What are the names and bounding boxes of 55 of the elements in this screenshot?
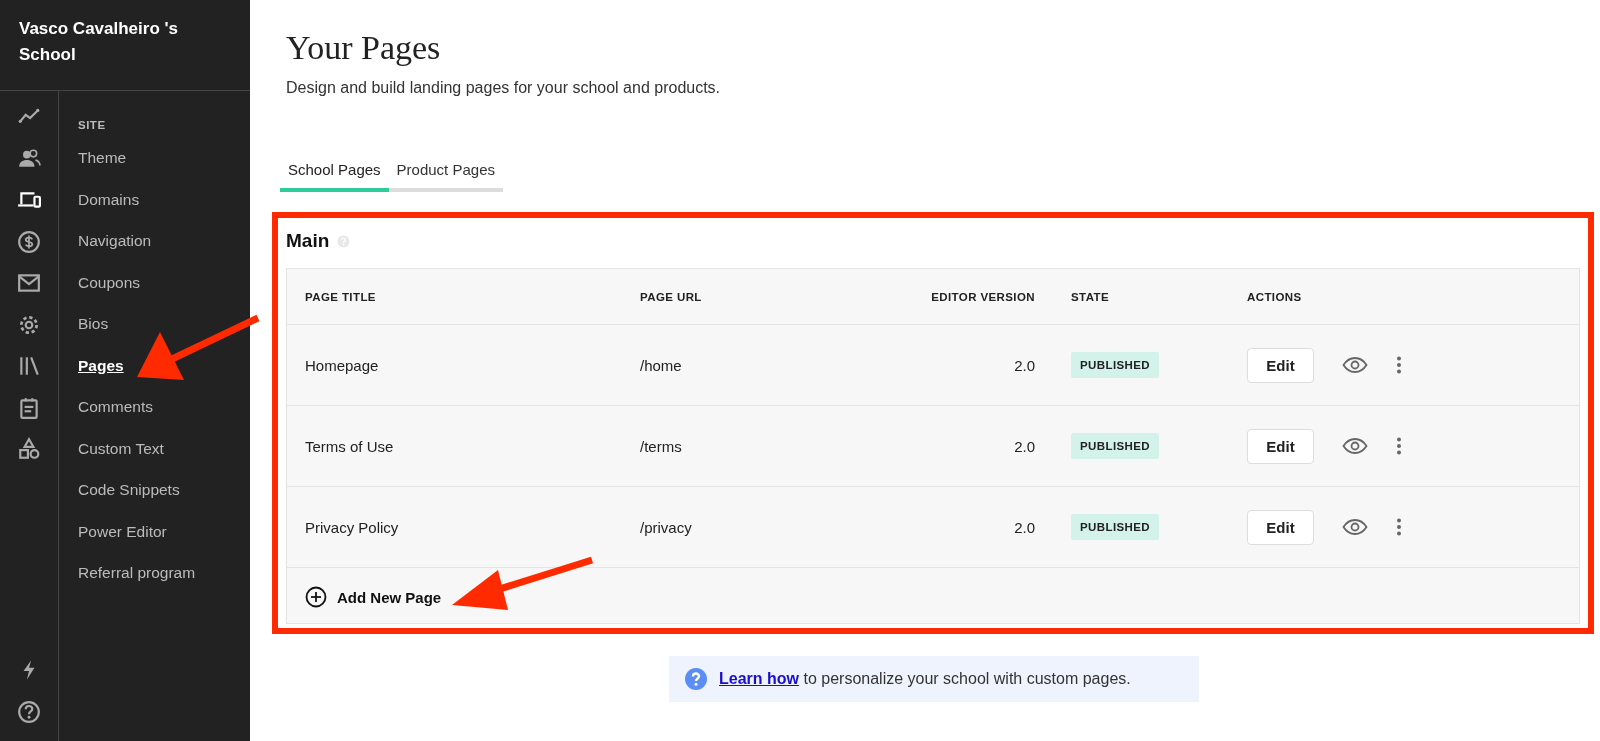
section-title: Main — [286, 230, 330, 252]
edit-button[interactable]: Edit — [1247, 428, 1314, 464]
table-cell-text: 2.0 — [1013, 356, 1035, 374]
table-cell-text: Homepage — [305, 356, 380, 374]
envelope-icon[interactable] — [17, 271, 41, 295]
more-icon[interactable] — [1396, 356, 1402, 374]
tab[interactable]: Product Pages — [388, 161, 503, 192]
table-cell-text: /terms — [640, 437, 683, 455]
nav-item[interactable]: Comments — [78, 398, 196, 440]
shapes-icon[interactable] — [17, 437, 41, 461]
page-title: Your Pages — [286, 29, 442, 67]
edit-button[interactable]: Edit — [1247, 509, 1314, 545]
nav-item[interactable]: Power Editor — [78, 522, 196, 564]
nav-item[interactable]: Custom Text — [78, 439, 196, 481]
status-badge: PUBLISHED — [1071, 514, 1160, 540]
table-cell-text: 2.0 — [1013, 437, 1035, 455]
table-cell-text: 2.0 — [1013, 518, 1035, 536]
column-header: EDITOR VERSION — [930, 290, 1035, 303]
add-page-button[interactable]: Add New Page — [287, 568, 442, 623]
learn-how-link[interactable]: Learn how — [719, 670, 799, 687]
library-icon[interactable] — [17, 354, 41, 378]
nav-item[interactable]: Code Snippets — [78, 481, 196, 523]
dollar-circle-icon[interactable] — [17, 229, 41, 254]
more-icon[interactable] — [1396, 437, 1402, 455]
table-cell-text: Terms of Use — [305, 437, 395, 455]
plus-circle-icon — [305, 586, 327, 608]
column-header: STATE — [1070, 290, 1110, 303]
nav-item[interactable]: Domains — [78, 190, 196, 232]
nav-item[interactable]: Referral program — [78, 564, 196, 606]
status-badge: PUBLISHED — [1071, 433, 1160, 459]
section-label: SITE — [78, 119, 107, 131]
column-header: PAGE TITLE — [305, 290, 377, 303]
calendar-icon[interactable] — [17, 395, 41, 420]
nav-item[interactable]: Pages — [78, 356, 196, 398]
help-icon — [685, 668, 707, 690]
table-cell-text: /privacy — [640, 518, 693, 536]
nav-item[interactable]: Navigation — [78, 232, 196, 274]
column-header: ACTIONS — [1247, 290, 1303, 303]
page-subtitle: Design and build landing pages for your school and products. — [286, 79, 722, 97]
nav-item[interactable]: Bios — [78, 315, 196, 357]
column-header: PAGE URL — [640, 290, 703, 303]
nav-item[interactable]: Coupons — [78, 273, 196, 315]
info-text: Learn how to personalize your school with custom pages. — [719, 670, 1131, 688]
eye-icon[interactable] — [1342, 357, 1368, 373]
nav-item[interactable]: Theme — [78, 149, 196, 191]
table-cell-text: Privacy Policy — [305, 518, 400, 536]
edit-button[interactable]: Edit — [1247, 347, 1314, 383]
table-cell-text: /home — [640, 356, 683, 374]
help-icon[interactable] — [17, 699, 41, 724]
eye-icon[interactable] — [1342, 438, 1368, 454]
school-name: Vasco Cavalheiro 's School — [0, 0, 250, 91]
tab[interactable]: School Pages — [280, 161, 389, 192]
status-badge: PUBLISHED — [1071, 352, 1160, 378]
more-icon[interactable] — [1396, 518, 1402, 536]
eye-icon[interactable] — [1342, 519, 1368, 535]
